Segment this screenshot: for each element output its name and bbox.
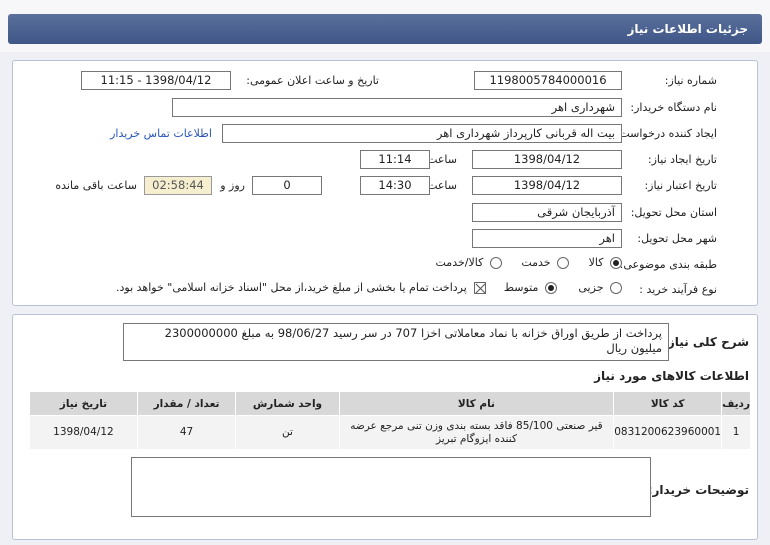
buyer-org-label: نام دستگاه خریدار: <box>630 101 717 114</box>
need-info-panel: شماره نیاز: 1198005784000016 تاریخ و ساع… <box>12 60 758 306</box>
purchase-type-options: جزیی متوسط پرداخت تمام یا بخشی از مبلغ خ… <box>112 281 622 294</box>
created-date-field: 1398/04/12 <box>472 150 622 169</box>
category-both-radio[interactable] <box>489 257 502 269</box>
goods-date: 1398/04/12 <box>29 415 138 450</box>
row-number: 1 <box>721 415 751 450</box>
summary-box: پرداخت از طریق اوراق خزانه با نماد معامل… <box>123 323 669 361</box>
valid-time-field: 14:30 <box>360 176 430 195</box>
valid-time-label: ساعت <box>427 179 457 192</box>
city-field: اهر <box>472 229 622 248</box>
category-service-label: خدمت <box>521 256 551 269</box>
requester-field: بیت اله قربانی کارپرداز شهرداری اهر <box>222 124 622 143</box>
days-remaining-field: 0 <box>252 176 322 195</box>
purchase-minor-label: جزیی <box>578 281 604 294</box>
contact-info-link[interactable]: اطلاعات تماس خریدار <box>110 127 212 140</box>
summary-label: شرح کلی نیاز: <box>663 335 749 349</box>
category-goods-radio[interactable] <box>610 257 622 269</box>
need-number-label: شماره نیاز: <box>664 74 717 87</box>
category-goods-label: کالا <box>588 256 604 269</box>
created-time-field: 11:14 <box>360 150 430 169</box>
goods-table-header: ردیف کد کالا نام کالا واحد شمارش تعداد /… <box>29 391 751 416</box>
summary-text: پرداخت از طریق اوراق خزانه با نماد معامل… <box>164 326 662 355</box>
need-number-field: 1198005784000016 <box>474 71 622 90</box>
purchase-minor-radio[interactable] <box>610 282 622 294</box>
created-date-label: تاریخ ایجاد نیاز: <box>647 153 717 166</box>
announce-label: تاریخ و ساعت اعلان عمومی: <box>246 74 379 87</box>
purchase-type-label: نوع فرآیند خرید : <box>639 283 717 296</box>
goods-name: قیر صنعتی 85/100 فاقد بسته بندی وزن تنی … <box>338 415 615 450</box>
col-qty: تعداد / مقدار <box>136 391 237 416</box>
goods-code: 0831200623960001 <box>613 415 723 450</box>
announce-field: 1398/04/12 - 11:15 <box>81 71 231 90</box>
category-both-label: کالا/خدمت <box>435 256 484 269</box>
buyer-notes-label: توضیحات خریدار: <box>647 483 749 497</box>
treasury-note: پرداخت تمام یا بخشی از مبلغ خرید،از محل … <box>116 281 467 294</box>
days-label: روز و <box>220 179 245 192</box>
province-label: استان محل تحویل: <box>630 206 717 219</box>
table-row: 1 0831200623960001 قیر صنعتی 85/100 فاقد… <box>29 415 751 450</box>
category-service-radio[interactable] <box>557 257 570 269</box>
page-title: جزئیات اطلاعات نیاز <box>8 14 762 44</box>
goods-qty: 47 <box>136 415 237 450</box>
col-unit: واحد شمارش <box>235 391 340 416</box>
category-label: طبقه بندی موضوعی: <box>619 258 717 271</box>
treasury-checkbox[interactable] <box>474 282 487 294</box>
buyer-notes-box <box>131 457 651 517</box>
goods-table: ردیف کد کالا نام کالا واحد شمارش تعداد /… <box>29 391 751 450</box>
category-options: کالا خدمت کالا/خدمت <box>433 256 622 269</box>
need-details-panel: شرح کلی نیاز: پرداخت از طریق اوراق خزانه… <box>12 314 758 540</box>
city-label: شهر محل تحویل: <box>637 232 717 245</box>
col-name: نام کالا <box>338 391 615 416</box>
page-header: جزئیات اطلاعات نیاز <box>0 0 770 52</box>
province-field: آذربایجان شرقی <box>472 203 622 222</box>
time-remaining-field: 02:58:44 <box>144 176 212 195</box>
purchase-medium-radio[interactable] <box>544 282 557 294</box>
col-row: ردیف <box>721 391 751 416</box>
valid-date-label: تاریخ اعتبار نیاز: <box>644 179 717 192</box>
buyer-org-field: شهرداری اهر <box>172 98 622 117</box>
goods-section-title: اطلاعات کالاهای مورد نیاز <box>594 369 749 383</box>
col-code: کد کالا <box>613 391 723 416</box>
col-date: تاریخ نیاز <box>29 391 138 416</box>
time-remaining-label: ساعت باقی مانده <box>55 179 137 192</box>
purchase-medium-label: متوسط <box>503 281 539 294</box>
created-time-label: ساعت <box>427 153 457 166</box>
valid-date-field: 1398/04/12 <box>472 176 622 195</box>
goods-unit: تن <box>235 415 340 450</box>
requester-label: ایجاد کننده درخواست: <box>615 127 717 140</box>
